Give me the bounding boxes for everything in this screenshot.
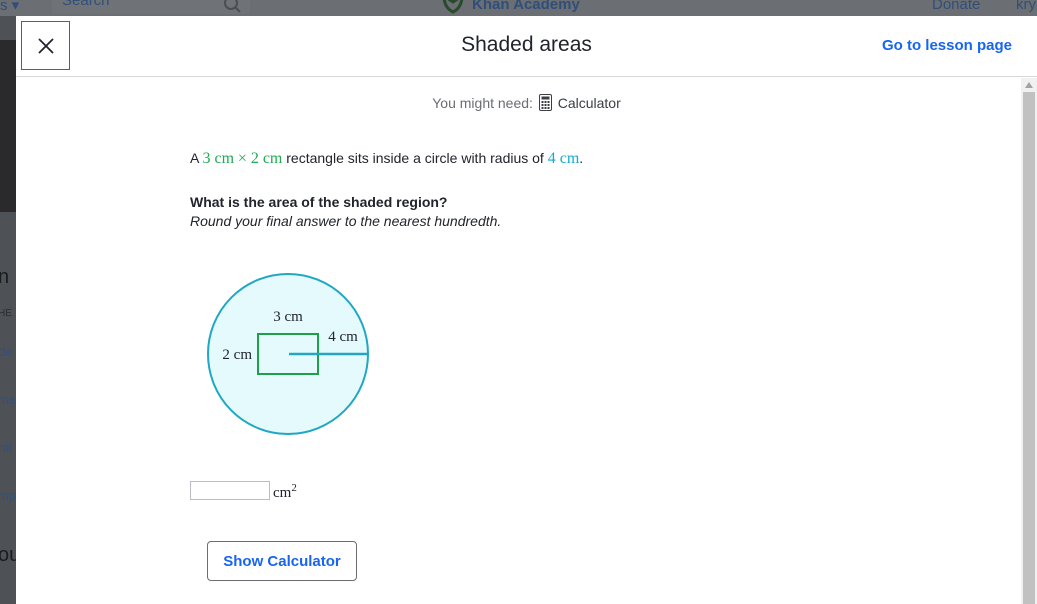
- rect-width-value: 3 cm: [202, 150, 235, 167]
- bg-side-text: HE: [0, 308, 12, 319]
- you-might-need: You might need: Calculator: [16, 94, 1021, 111]
- exercise-content: You might need: Calculator A 3 cm × 2 cm…: [16, 78, 1021, 604]
- width-label: 3 cm: [273, 309, 303, 325]
- bg-nav-menu: s ▾: [0, 0, 20, 14]
- background-sidebar: n HE de me nti mp ou: [0, 16, 16, 604]
- scroll-thumb[interactable]: [1023, 92, 1035, 604]
- bg-logo-text: Khan Academy: [472, 0, 580, 13]
- scroll-up-icon[interactable]: [1025, 82, 1033, 88]
- height-label: 2 cm: [222, 347, 252, 363]
- problem-statement: A 3 cm × 2 cm rectangle sits inside a ci…: [190, 150, 583, 168]
- khan-leaf-icon: [442, 0, 464, 14]
- bg-search-placeholder: Search: [62, 0, 110, 9]
- radius-value: 4 cm: [547, 150, 580, 167]
- modal-header: Shaded areas Go to lesson page: [16, 16, 1037, 77]
- problem-lead: A: [190, 150, 199, 166]
- answer-input[interactable]: [190, 481, 270, 500]
- vertical-scrollbar[interactable]: [1021, 78, 1037, 604]
- bg-side-text: nti: [0, 440, 12, 455]
- bg-side-text: mp: [0, 488, 16, 503]
- problem-middle: rectangle sits inside a circle with radi…: [286, 150, 544, 166]
- go-to-lesson-link[interactable]: Go to lesson page: [882, 37, 1012, 54]
- rect-height-value: 2 cm: [250, 150, 283, 167]
- calculator-icon: [538, 94, 552, 111]
- unit-exponent: 2: [291, 482, 297, 494]
- bg-user-menu: kry: [1016, 0, 1036, 13]
- shaded-area-figure: 3 cm 2 cm 4 cm: [207, 273, 369, 435]
- question-text: What is the area of the shaded region?: [190, 194, 448, 210]
- problem-end: .: [579, 150, 584, 166]
- you-might-need-label: You might need:: [432, 95, 533, 111]
- bg-video-thumbnail: [0, 40, 16, 212]
- radius-label: 4 cm: [328, 329, 358, 345]
- bg-side-text: ou: [0, 544, 16, 566]
- times-symbol: ×: [237, 150, 247, 167]
- search-icon: [224, 0, 241, 13]
- bg-donate-link: Donate: [932, 0, 981, 13]
- answer-unit: cm2: [273, 482, 297, 502]
- hint-text: Round your final answer to the nearest h…: [190, 213, 502, 229]
- show-calculator-button[interactable]: Show Calculator: [207, 541, 357, 581]
- bg-side-text: me: [0, 392, 16, 407]
- answer-row: cm2: [190, 481, 297, 502]
- bg-side-text: n: [0, 266, 10, 288]
- bg-side-text: de: [0, 344, 13, 359]
- calculator-label: Calculator: [557, 95, 621, 111]
- background-header: s ▾ Search Khan Academy Donate kry: [0, 0, 1037, 16]
- unit-base: cm: [273, 485, 292, 501]
- exercise-modal: Shaded areas Go to lesson page You might…: [16, 16, 1037, 604]
- bg-search-box: Search: [52, 0, 250, 14]
